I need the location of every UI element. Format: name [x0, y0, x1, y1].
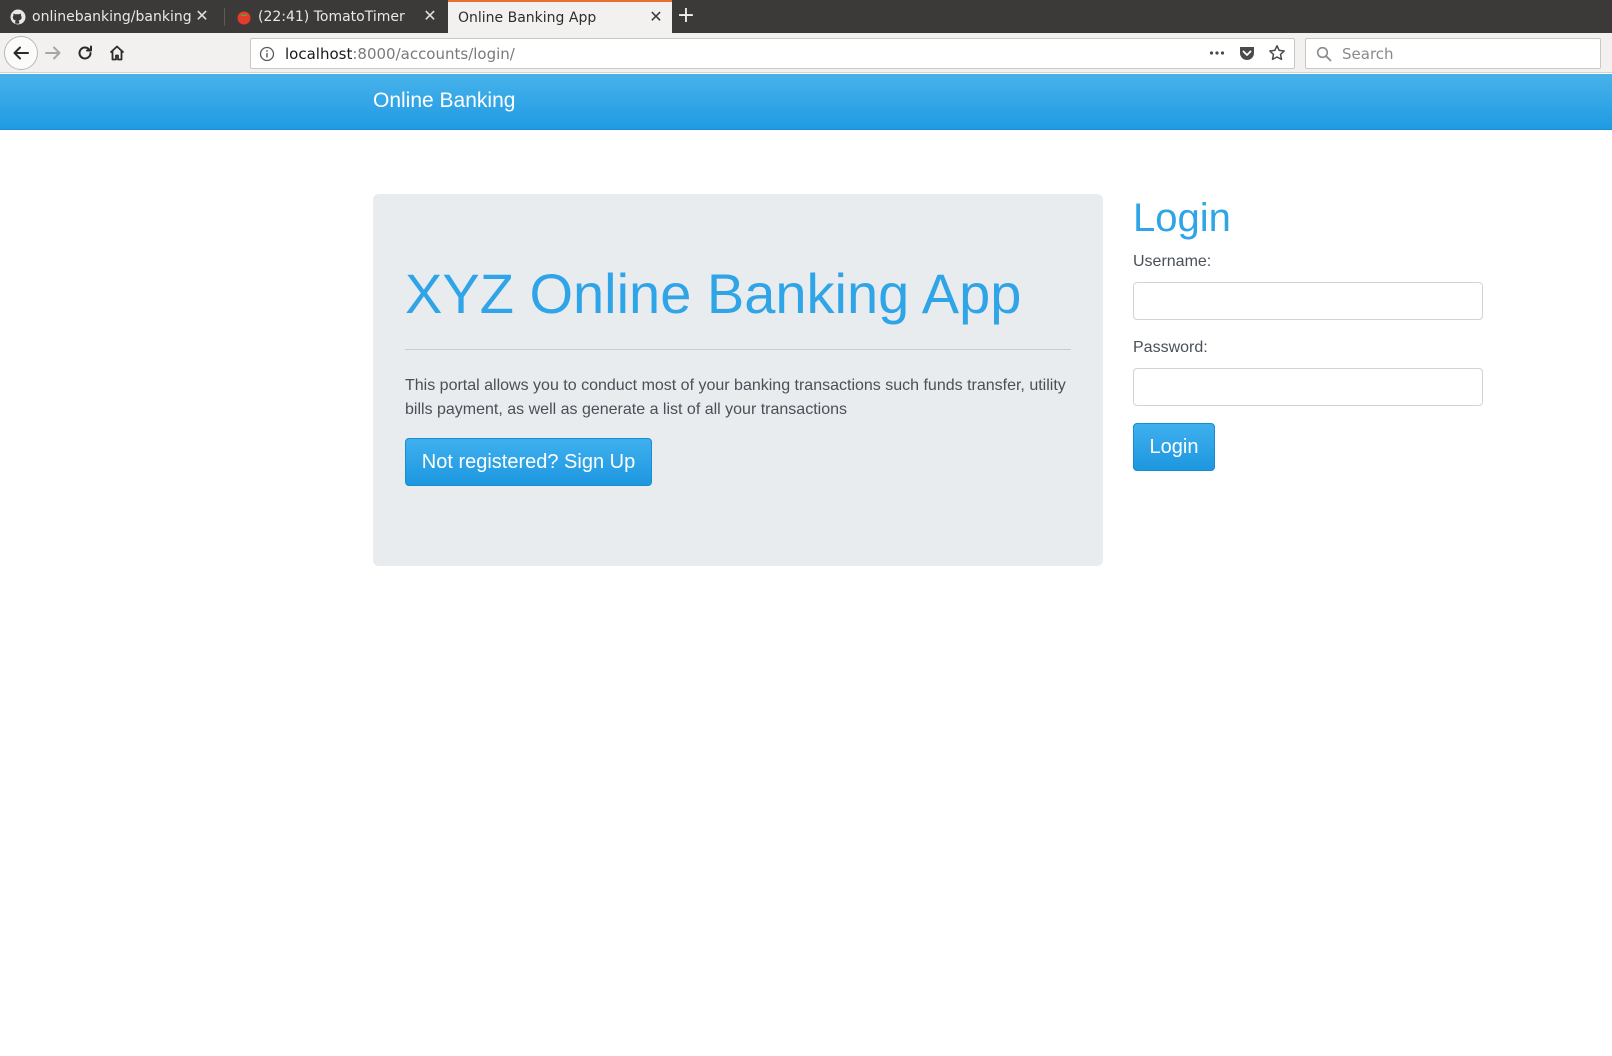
browser-search-input[interactable] [1340, 43, 1580, 64]
tab-title: onlinebanking/banking [32, 8, 192, 25]
url-host: localhost [285, 44, 353, 63]
divider [405, 349, 1071, 350]
signup-button[interactable]: Not registered? Sign Up [405, 438, 652, 486]
password-label: Password: [1133, 339, 1208, 356]
browser-search-bar[interactable] [1305, 38, 1601, 69]
address-bar[interactable]: localhost:8000/accounts/login/ [250, 38, 1295, 69]
login-button[interactable]: Login [1133, 423, 1215, 471]
browser-tab-github[interactable]: onlinebanking/banking ✕ [0, 0, 218, 33]
tab-title: Online Banking App [458, 9, 597, 26]
brand-link[interactable]: Online Banking [373, 89, 515, 113]
github-icon [10, 9, 26, 24]
browser-tab-bar: onlinebanking/banking ✕ (22:41) TomatoTi… [0, 0, 1612, 33]
tab-separator [224, 8, 225, 26]
password-input[interactable] [1133, 368, 1483, 406]
jumbotron: XYZ Online Banking App This portal allow… [373, 194, 1103, 566]
search-icon [1316, 46, 1332, 61]
page-title: XYZ Online Banking App [405, 262, 1022, 325]
info-icon[interactable] [259, 46, 275, 62]
username-label: Username: [1133, 253, 1212, 270]
browser-tab-online-banking[interactable]: Online Banking App ✕ [448, 0, 672, 33]
url-path: :8000/accounts/login/ [352, 44, 515, 63]
arrow-left-icon [13, 46, 29, 60]
app-header: Online Banking [0, 74, 1612, 130]
forward-button[interactable] [38, 38, 68, 68]
reload-icon [78, 45, 92, 60]
home-icon [109, 45, 125, 61]
close-icon[interactable]: ✕ [194, 8, 210, 24]
pocket-icon[interactable] [1238, 44, 1256, 62]
bookmark-star-icon[interactable] [1268, 44, 1286, 62]
reload-button[interactable] [70, 38, 100, 68]
intro-text: This portal allows you to conduct most o… [405, 377, 1066, 418]
close-icon[interactable]: ✕ [422, 8, 438, 24]
new-tab-button[interactable]: + [674, 4, 698, 28]
tab-title: (22:41) TomatoTimer [258, 8, 405, 25]
browser-tab-tomatotimer[interactable]: (22:41) TomatoTimer ✕ [226, 0, 446, 33]
url-text: localhost:8000/accounts/login/ [285, 45, 515, 63]
username-input[interactable] [1133, 282, 1483, 320]
close-icon[interactable]: ✕ [648, 9, 664, 25]
back-button[interactable] [4, 36, 38, 70]
arrow-right-icon [45, 46, 61, 60]
home-button[interactable] [102, 38, 132, 68]
more-actions-icon[interactable] [1208, 44, 1226, 62]
tomato-icon [237, 11, 251, 24]
login-title: Login [1133, 196, 1231, 240]
browser-nav-bar: localhost:8000/accounts/login/ [0, 33, 1612, 73]
